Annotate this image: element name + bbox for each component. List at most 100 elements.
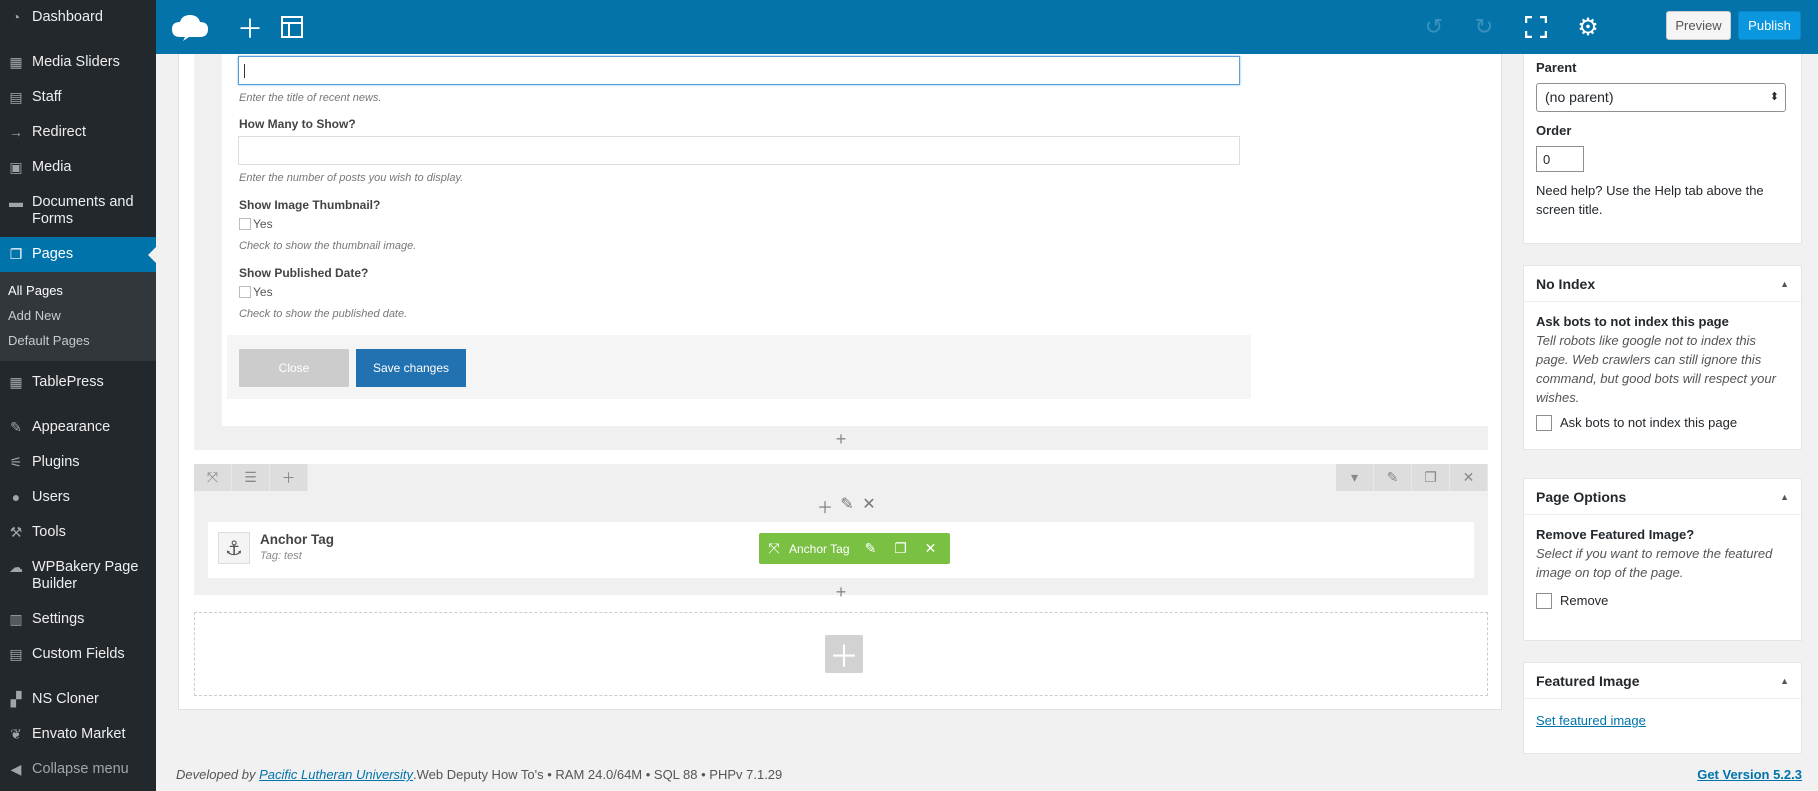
undo-icon[interactable]: ↺ — [1416, 10, 1452, 44]
remove-featured-option[interactable]: Remove — [1536, 591, 1789, 610]
settings-icon: ▥ — [9, 611, 23, 627]
add-column-icon[interactable]: ＋ — [270, 464, 308, 491]
toggle-row-icon[interactable]: ▾ — [1336, 464, 1374, 491]
edit-row-icon[interactable]: ✎ — [1374, 464, 1412, 491]
sidebar-item-wpbakery[interactable]: ☁ WPBakery Page Builder — [0, 550, 156, 602]
thumbnail-label: Show Image Thumbnail? — [239, 198, 381, 212]
admin-sidebar: ◔ Dashboard ▦ Media Sliders ▤ Staff → Redire… — [0, 0, 156, 791]
parent-select[interactable]: (no parent) — [1536, 83, 1786, 112]
sidebar-item-media-sliders[interactable]: ▦ Media Sliders — [0, 45, 156, 80]
toggle-arrow-icon[interactable]: ▲ — [1780, 279, 1789, 289]
brush-icon: ✎ — [10, 419, 22, 435]
edit-form-panel: Enter the title of recent news. How Many… — [222, 54, 1488, 426]
cloud-icon: ☁ — [9, 559, 23, 575]
submenu-all-pages[interactable]: All Pages — [0, 278, 156, 303]
anchor-icon: ⚓ — [218, 532, 250, 564]
add-element-icon[interactable]: ＋ — [232, 10, 268, 44]
anchor-tag-element[interactable]: ⚓ Anchor Tag Tag: test ⤧ Anchor Tag ✎ ❐ … — [208, 522, 1474, 578]
add-row-plus-icon[interactable]: + — [833, 430, 849, 448]
thumbnail-checkbox[interactable] — [239, 218, 251, 230]
row-controls-left: ⤧ ☰ ＋ — [194, 464, 308, 491]
parent-label: Parent — [1536, 60, 1577, 75]
gear-icon[interactable]: ⚙ — [1570, 10, 1606, 44]
get-version-link[interactable]: Get Version 5.2.3 — [1697, 767, 1802, 782]
order-input[interactable]: 0 — [1536, 146, 1584, 172]
templates-icon[interactable] — [274, 10, 310, 44]
edit-element-icon[interactable]: ✎ — [856, 533, 886, 564]
sidebar-item-redirect[interactable]: → Redirect — [0, 115, 156, 150]
move-row-icon[interactable]: ⤧ — [194, 464, 232, 491]
no-index-checkbox[interactable] — [1536, 414, 1552, 431]
preview-button[interactable]: Preview — [1666, 11, 1731, 40]
add-new-element-icon[interactable]: ＋ — [825, 635, 863, 674]
remove-featured-checkbox[interactable] — [1536, 592, 1552, 609]
edit-column-icon[interactable]: ✎ — [838, 494, 856, 518]
page-options-header[interactable]: Page Options ▲ — [1524, 479, 1801, 515]
sidebar-item-appearance[interactable]: ✎ Appearance — [0, 410, 156, 445]
sidebar-item-settings[interactable]: ▥ Settings — [0, 602, 156, 637]
no-index-option[interactable]: Ask bots to not index this page — [1536, 413, 1789, 432]
submenu-add-new[interactable]: Add New — [0, 303, 156, 328]
sidebar-item-tools[interactable]: ⚒ Tools — [0, 515, 156, 550]
featured-image-header[interactable]: Featured Image ▲ — [1524, 663, 1801, 699]
sidebar-item-ns-cloner[interactable]: ▞ NS Cloner — [0, 682, 156, 717]
clone-element-icon[interactable]: ❐ — [886, 533, 916, 564]
cloner-icon: ▞ — [10, 691, 22, 707]
element-subtitle: Tag: test — [260, 550, 302, 562]
sidebar-item-media[interactable]: ▣ Media — [0, 150, 156, 185]
toggle-arrow-icon[interactable]: ▲ — [1780, 676, 1789, 686]
leaf-icon: ❦ — [10, 726, 22, 742]
builder-row: ⤧ ☰ ＋ ▾ ✎ ❐ ✕ ＋ ✎ ✕ ⚓ Anchor Tag Tag: te… — [194, 464, 1488, 601]
close-button[interactable]: Close — [239, 349, 349, 387]
page-options-description: Select if you want to remove the feature… — [1536, 546, 1773, 580]
sidebar-item-envato[interactable]: ❦ Envato Market — [0, 717, 156, 752]
sidebar-item-staff[interactable]: ▤ Staff — [0, 80, 156, 115]
page-icon: ❐ — [9, 246, 23, 262]
clone-row-icon[interactable]: ❐ — [1412, 464, 1450, 491]
add-element-column-icon[interactable]: ＋ — [816, 494, 834, 518]
no-index-header[interactable]: No Index ▲ — [1524, 266, 1801, 302]
submenu-default-pages[interactable]: Default Pages — [0, 328, 156, 353]
collapse-icon: ◀ — [10, 761, 22, 777]
wpbakery-logo-icon[interactable] — [170, 10, 210, 44]
save-changes-button[interactable]: Save changes — [356, 349, 466, 387]
pages-submenu: All Pages Add New Default Pages — [0, 272, 156, 361]
fullscreen-icon[interactable] — [1518, 10, 1554, 44]
element-name-label[interactable]: Anchor Tag — [789, 542, 856, 556]
row-controls-right: ▾ ✎ ❐ ✕ — [1336, 464, 1488, 491]
sidebar-item-dashboard[interactable]: ◔ Dashboard — [0, 0, 156, 35]
sidebar-item-custom-fields[interactable]: ▤ Custom Fields — [0, 637, 156, 672]
featured-image-box: Featured Image ▲ Set featured image — [1523, 662, 1802, 754]
page-attributes-box: Parent (no parent) Order 0 Need help? Us… — [1523, 54, 1802, 244]
sidebar-item-documents[interactable]: ▬ Documents and Forms — [0, 185, 156, 237]
news-title-input[interactable] — [238, 56, 1240, 85]
id-card-icon: ▤ — [9, 89, 23, 105]
sidebar-item-users[interactable]: ● Users — [0, 480, 156, 515]
redo-icon[interactable]: ↻ — [1466, 10, 1502, 44]
count-input[interactable] — [238, 136, 1240, 165]
thumbnail-option[interactable]: Yes — [239, 217, 273, 231]
slides-icon: ▦ — [9, 54, 23, 70]
delete-column-icon[interactable]: ✕ — [860, 494, 878, 518]
university-link[interactable]: Pacific Lutheran University — [259, 767, 413, 782]
edit-form-row: Enter the title of recent news. How Many… — [194, 54, 1488, 450]
sidebar-item-pages[interactable]: ❐ Pages — [0, 237, 156, 272]
footer-stats: .Web Deputy How To's • RAM 24.0/64M • SQ… — [413, 767, 783, 782]
row-layout-icon[interactable]: ☰ — [232, 464, 270, 491]
toggle-arrow-icon[interactable]: ▲ — [1780, 492, 1789, 502]
set-featured-image-link[interactable]: Set featured image — [1536, 713, 1646, 728]
date-checkbox[interactable] — [239, 286, 251, 298]
sidebar-collapse-menu[interactable]: ◀ Collapse menu — [0, 752, 156, 787]
date-option[interactable]: Yes — [239, 285, 273, 299]
publish-button[interactable]: Publish — [1738, 11, 1801, 40]
move-element-icon[interactable]: ⤧ — [759, 533, 789, 564]
add-element-area[interactable]: ＋ — [194, 612, 1488, 696]
delete-row-icon[interactable]: ✕ — [1450, 464, 1488, 491]
add-element-plus-icon[interactable]: + — [833, 583, 849, 601]
fields-icon: ▤ — [9, 646, 23, 662]
dashboard-icon: ◔ — [11, 9, 21, 25]
element-controls: ⤧ Anchor Tag ✎ ❐ ✕ — [759, 533, 950, 564]
sidebar-item-plugins[interactable]: ⚟ Plugins — [0, 445, 156, 480]
sidebar-item-tablepress[interactable]: ▦ TablePress — [0, 365, 156, 400]
delete-element-icon[interactable]: ✕ — [916, 533, 946, 564]
